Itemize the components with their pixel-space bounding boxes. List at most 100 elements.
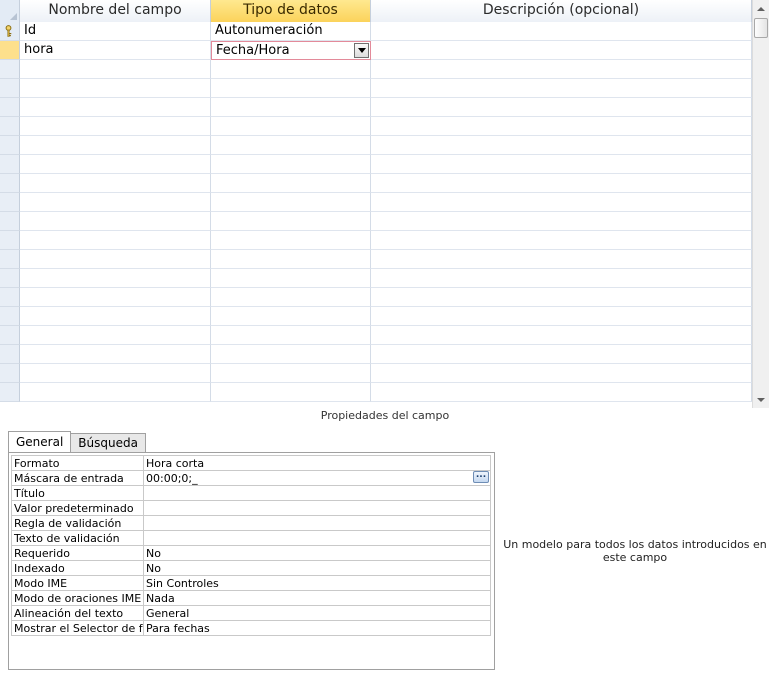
column-header-data-type[interactable]: Tipo de datos bbox=[211, 0, 371, 22]
field-name-cell[interactable]: hora bbox=[20, 41, 211, 60]
row-selector[interactable] bbox=[0, 174, 20, 193]
field-name-cell[interactable]: Id bbox=[20, 22, 211, 41]
scroll-down-icon[interactable] bbox=[753, 391, 769, 408]
property-value[interactable] bbox=[143, 515, 491, 531]
row-selector[interactable] bbox=[0, 250, 20, 269]
field-name-cell[interactable] bbox=[20, 345, 211, 364]
field-name-cell[interactable] bbox=[20, 136, 211, 155]
data-type-cell[interactable] bbox=[211, 212, 371, 231]
tab-general[interactable]: General bbox=[8, 431, 72, 452]
field-name-cell[interactable] bbox=[20, 60, 211, 79]
description-cell[interactable] bbox=[371, 212, 752, 231]
description-cell[interactable] bbox=[371, 193, 752, 212]
property-value[interactable]: General bbox=[143, 605, 491, 621]
property-value[interactable]: 00:00;0;_... bbox=[143, 470, 491, 486]
field-name-cell[interactable] bbox=[20, 79, 211, 98]
row-selector[interactable] bbox=[0, 193, 20, 212]
field-name-cell[interactable] bbox=[20, 269, 211, 288]
data-type-cell[interactable] bbox=[211, 326, 371, 345]
row-selector[interactable] bbox=[0, 345, 20, 364]
data-type-cell[interactable] bbox=[211, 307, 371, 326]
description-cell[interactable] bbox=[371, 307, 752, 326]
property-value[interactable] bbox=[143, 485, 491, 501]
description-cell[interactable] bbox=[371, 231, 752, 250]
description-cell[interactable] bbox=[371, 288, 752, 307]
data-type-cell[interactable] bbox=[211, 345, 371, 364]
field-name-cell[interactable] bbox=[20, 117, 211, 136]
column-header-description[interactable]: Descripción (opcional) bbox=[371, 0, 752, 22]
row-selector[interactable] bbox=[0, 212, 20, 231]
description-cell[interactable] bbox=[371, 269, 752, 288]
field-name-cell[interactable] bbox=[20, 307, 211, 326]
field-name-cell[interactable] bbox=[20, 212, 211, 231]
field-name-cell[interactable] bbox=[20, 250, 211, 269]
field-name-cell[interactable] bbox=[20, 383, 211, 402]
description-cell[interactable] bbox=[371, 383, 752, 402]
tab-busqueda[interactable]: Búsqueda bbox=[70, 433, 146, 452]
field-name-cell[interactable] bbox=[20, 231, 211, 250]
row-selector[interactable] bbox=[0, 231, 20, 250]
field-name-cell[interactable] bbox=[20, 193, 211, 212]
row-selector[interactable] bbox=[0, 60, 20, 79]
row-selector[interactable] bbox=[0, 79, 20, 98]
row-selector[interactable] bbox=[0, 364, 20, 383]
data-type-cell[interactable] bbox=[211, 250, 371, 269]
data-type-cell[interactable] bbox=[211, 136, 371, 155]
field-name-cell[interactable] bbox=[20, 326, 211, 345]
row-selector[interactable] bbox=[0, 288, 20, 307]
description-cell[interactable] bbox=[371, 98, 752, 117]
data-type-cell[interactable] bbox=[211, 155, 371, 174]
description-cell[interactable] bbox=[371, 136, 752, 155]
select-all-corner[interactable] bbox=[0, 0, 20, 22]
scroll-up-icon[interactable] bbox=[753, 0, 769, 17]
description-cell[interactable] bbox=[371, 326, 752, 345]
row-selector[interactable] bbox=[0, 155, 20, 174]
property-value[interactable]: No bbox=[143, 545, 491, 561]
description-cell[interactable] bbox=[371, 60, 752, 79]
data-type-cell[interactable]: Autonumeración bbox=[211, 22, 371, 41]
chevron-down-icon[interactable] bbox=[354, 43, 369, 58]
field-name-cell[interactable] bbox=[20, 288, 211, 307]
row-selector[interactable] bbox=[0, 383, 20, 402]
description-cell[interactable] bbox=[371, 364, 752, 383]
description-cell[interactable] bbox=[371, 345, 752, 364]
data-type-cell[interactable] bbox=[211, 79, 371, 98]
description-cell[interactable] bbox=[371, 79, 752, 98]
data-type-cell[interactable] bbox=[211, 231, 371, 250]
description-cell[interactable] bbox=[371, 117, 752, 136]
scroll-thumb[interactable] bbox=[754, 18, 768, 38]
description-cell[interactable] bbox=[371, 155, 752, 174]
description-cell[interactable] bbox=[371, 22, 752, 41]
column-header-field-name[interactable]: Nombre del campo bbox=[20, 0, 211, 22]
vertical-scrollbar[interactable] bbox=[752, 0, 769, 408]
property-value[interactable]: No bbox=[143, 560, 491, 576]
data-type-cell[interactable] bbox=[211, 269, 371, 288]
row-selector[interactable] bbox=[0, 22, 20, 41]
data-type-cell[interactable] bbox=[211, 117, 371, 136]
data-type-cell[interactable] bbox=[211, 60, 371, 79]
data-type-cell[interactable] bbox=[211, 193, 371, 212]
row-selector[interactable] bbox=[0, 136, 20, 155]
row-selector[interactable] bbox=[0, 326, 20, 345]
data-type-cell[interactable] bbox=[211, 364, 371, 383]
data-type-combo[interactable]: Fecha/Hora bbox=[211, 41, 371, 60]
description-cell[interactable] bbox=[371, 174, 752, 193]
data-type-cell[interactable] bbox=[211, 98, 371, 117]
row-selector[interactable] bbox=[0, 307, 20, 326]
field-name-cell[interactable] bbox=[20, 174, 211, 193]
property-value[interactable] bbox=[143, 500, 491, 516]
row-selector-current[interactable] bbox=[0, 41, 20, 60]
builder-button[interactable]: ... bbox=[473, 471, 489, 483]
description-cell[interactable] bbox=[371, 41, 752, 60]
property-value[interactable]: Hora corta bbox=[143, 455, 491, 471]
field-name-cell[interactable] bbox=[20, 364, 211, 383]
property-value[interactable]: Para fechas bbox=[143, 620, 491, 636]
property-value[interactable] bbox=[143, 530, 491, 546]
field-name-cell[interactable] bbox=[20, 155, 211, 174]
row-selector[interactable] bbox=[0, 98, 20, 117]
data-type-cell[interactable] bbox=[211, 288, 371, 307]
row-selector[interactable] bbox=[0, 117, 20, 136]
property-value[interactable]: Nada bbox=[143, 590, 491, 606]
row-selector[interactable] bbox=[0, 269, 20, 288]
data-type-cell[interactable] bbox=[211, 383, 371, 402]
